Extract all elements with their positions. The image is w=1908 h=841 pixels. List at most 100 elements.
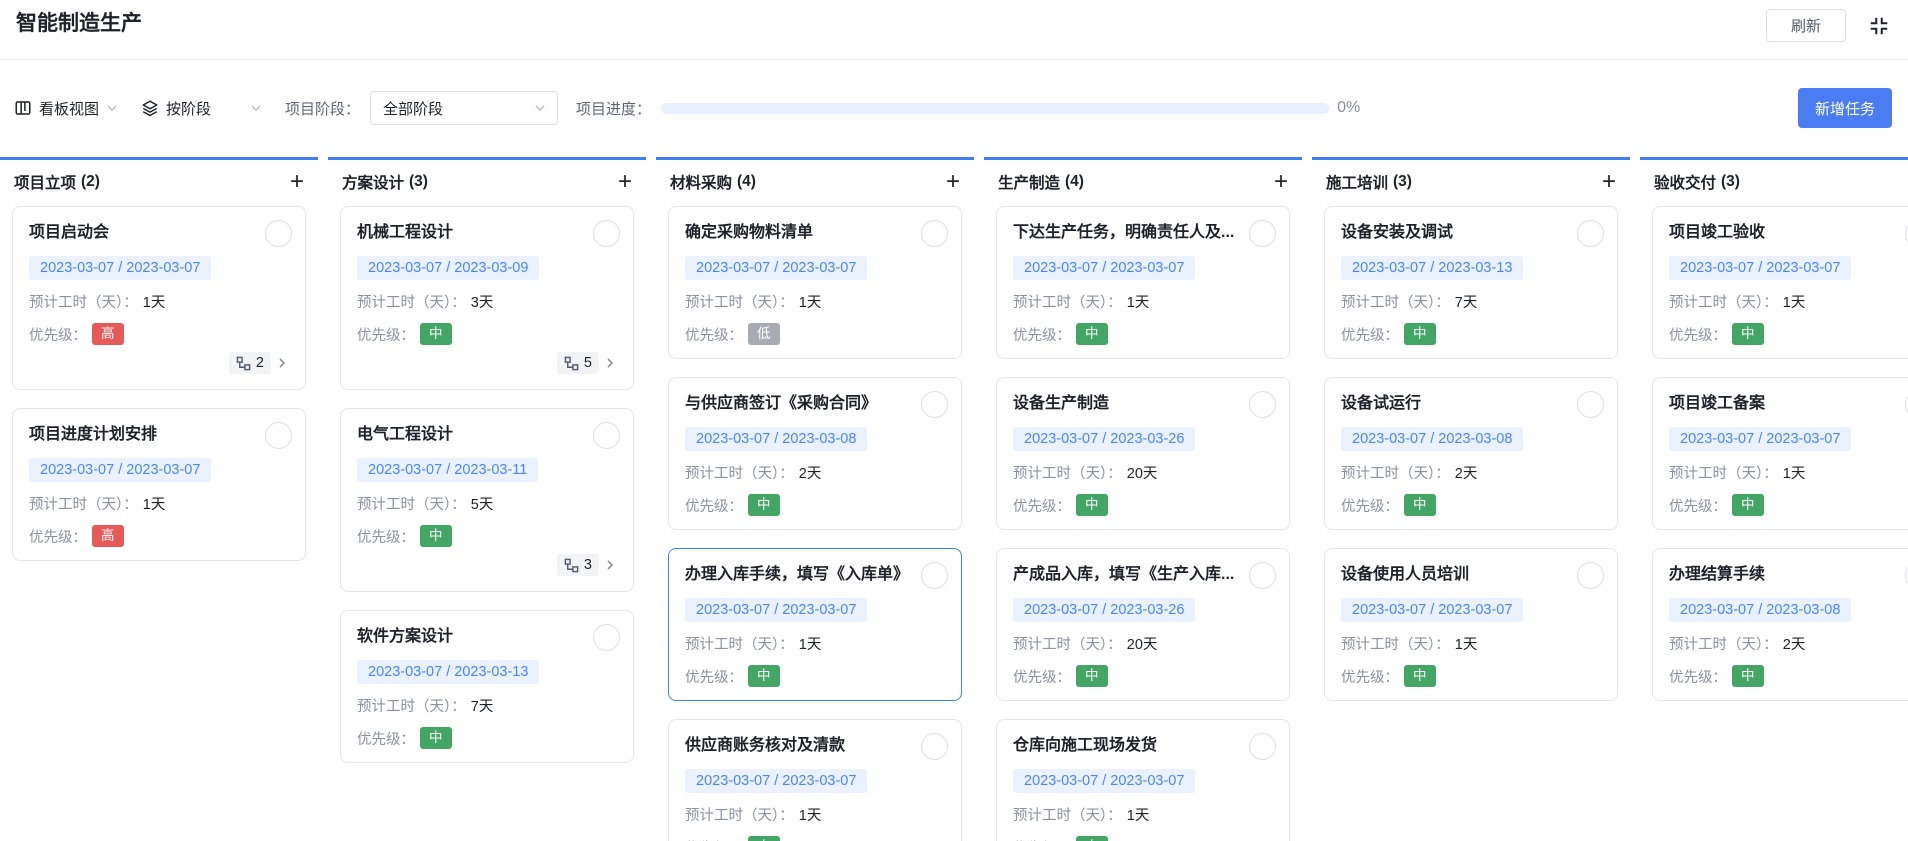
task-card[interactable]: 仓库向施工现场发货 2023-03-07 / 2023-03-07 预计工时（天… [996,719,1290,841]
card-hours-row: 预计工时（天）：1天 [29,291,289,312]
card-title: 设备试运行 [1341,392,1567,416]
task-card[interactable]: 下达生产任务，明确责任人及... 2023-03-07 / 2023-03-07… [996,206,1290,359]
task-card[interactable]: 设备安装及调试 2023-03-07 / 2023-03-13 预计工时（天）：… [1324,206,1618,359]
task-checkbox-circle[interactable] [921,562,948,589]
task-card[interactable]: 确定采购物料清单 2023-03-07 / 2023-03-07 预计工时（天）… [668,206,962,359]
card-priority-row: 优先级： 中 [1013,494,1273,516]
task-checkbox-circle[interactable] [921,220,948,247]
task-card[interactable]: 供应商账务核对及清款 2023-03-07 / 2023-03-07 预计工时（… [668,719,962,841]
chevron-right-icon[interactable] [603,558,617,572]
task-card[interactable]: 设备试运行 2023-03-07 / 2023-03-08 预计工时（天）：2天… [1324,377,1618,530]
task-card[interactable]: 项目竣工验收 2023-03-07 / 2023-03-07 预计工时（天）：1… [1652,206,1908,359]
card-date-range: 2023-03-07 / 2023-03-09 [357,256,539,280]
card-hours-row: 预计工时（天）：7天 [357,695,617,716]
card-priority-label: 优先级： [1013,666,1071,687]
card-priority-label: 优先级： [1341,666,1399,687]
card-hours-label: 预计工时（天）： [1341,462,1450,483]
card-date-range: 2023-03-07 / 2023-03-07 [685,769,867,793]
task-card[interactable]: 软件方案设计 2023-03-07 / 2023-03-13 预计工时（天）：7… [340,610,634,763]
card-hours-label: 预计工时（天）： [1669,291,1778,312]
add-card-icon[interactable]: + [1602,173,1616,191]
task-card[interactable]: 项目启动会 2023-03-07 / 2023-03-07 预计工时（天）：1天… [12,206,306,390]
task-checkbox-circle[interactable] [593,624,620,651]
card-title: 办理结算手续 [1669,563,1895,587]
progress-label: 项目进度： [576,98,651,119]
task-checkbox-circle[interactable] [1249,220,1276,247]
card-date-range: 2023-03-07 / 2023-03-07 [29,256,211,280]
layers-icon [141,99,159,117]
task-card[interactable]: 设备使用人员培训 2023-03-07 / 2023-03-07 预计工时（天）… [1324,548,1618,701]
add-card-icon[interactable]: + [290,173,304,191]
card-title: 设备使用人员培训 [1341,563,1567,587]
chevron-right-icon[interactable] [603,356,617,370]
task-checkbox-circle[interactable] [1249,733,1276,760]
card-hours-value: 1天 [799,633,822,654]
card-hours-label: 预计工时（天）： [1013,462,1122,483]
card-hours-value: 7天 [1455,291,1478,312]
card-hours-label: 预计工时（天）： [1013,804,1122,825]
chevron-right-icon[interactable] [275,356,289,370]
exit-fullscreen-icon[interactable] [1866,13,1892,39]
card-title: 确定采购物料清单 [685,221,911,245]
card-priority-row: 优先级： 高 [29,525,289,547]
priority-badge: 低 [748,323,780,345]
column-cards: 设备安装及调试 2023-03-07 / 2023-03-13 预计工时（天）：… [1324,206,1618,701]
card-priority-label: 优先级： [357,324,415,345]
card-title: 设备安装及调试 [1341,221,1567,245]
kanban-column: 材料采购 (4) + 确定采购物料清单 2023-03-07 / 2023-03… [656,157,974,841]
add-card-icon[interactable]: + [946,173,960,191]
card-title: 项目进度计划安排 [29,423,255,447]
view-switcher-label: 看板视图 [39,98,99,119]
task-checkbox-circle[interactable] [1249,391,1276,418]
task-checkbox-circle[interactable] [921,733,948,760]
card-hours-row: 预计工时（天）：20天 [1013,633,1273,654]
view-switcher[interactable]: 看板视图 [14,98,119,119]
task-checkbox-circle[interactable] [593,422,620,449]
card-hours-value: 1天 [799,804,822,825]
card-hours-label: 预计工时（天）： [357,291,466,312]
card-hours-row: 预计工时（天）：2天 [1669,633,1908,654]
task-card[interactable]: 项目竣工备案 2023-03-07 / 2023-03-07 预计工时（天）：1… [1652,377,1908,530]
task-checkbox-circle[interactable] [921,391,948,418]
subtask-count: 3 [584,557,592,573]
task-checkbox-circle[interactable] [1577,391,1604,418]
card-priority-label: 优先级： [29,526,87,547]
add-task-button[interactable]: 新增任务 [1798,88,1892,128]
task-card[interactable]: 机械工程设计 2023-03-07 / 2023-03-09 预计工时（天）：3… [340,206,634,390]
task-checkbox-circle[interactable] [1577,562,1604,589]
card-title: 下达生产任务，明确责任人及... [1013,221,1239,245]
column-cards: 项目启动会 2023-03-07 / 2023-03-07 预计工时（天）：1天… [12,206,306,561]
task-checkbox-circle[interactable] [1577,220,1604,247]
task-card[interactable]: 产成品入库，填写《生产入库... 2023-03-07 / 2023-03-26… [996,548,1290,701]
task-checkbox-circle[interactable] [1249,562,1276,589]
task-card[interactable]: 项目进度计划安排 2023-03-07 / 2023-03-07 预计工时（天）… [12,408,306,561]
task-checkbox-circle[interactable] [593,220,620,247]
column-cards: 确定采购物料清单 2023-03-07 / 2023-03-07 预计工时（天）… [668,206,962,841]
chevron-down-icon [249,101,263,115]
card-priority-label: 优先级： [685,324,743,345]
column-title: 生产制造 [998,171,1060,193]
card-hours-value: 1天 [1783,462,1806,483]
subtask-count: 2 [256,355,264,371]
card-priority-label: 优先级： [1013,324,1071,345]
subtask-chip[interactable]: 5 [557,352,599,374]
subtask-row: 3 [357,552,617,578]
task-card[interactable]: 办理入库手续，填写《入库单》 2023-03-07 / 2023-03-07 预… [668,548,962,701]
stage-select[interactable]: 全部阶段 [370,91,558,125]
task-card[interactable]: 办理结算手续 2023-03-07 / 2023-03-08 预计工时（天）：2… [1652,548,1908,701]
task-card[interactable]: 与供应商签订《采购合同》 2023-03-07 / 2023-03-08 预计工… [668,377,962,530]
task-checkbox-circle[interactable] [265,422,292,449]
add-card-icon[interactable]: + [1274,173,1288,191]
task-card[interactable]: 电气工程设计 2023-03-07 / 2023-03-11 预计工时（天）：5… [340,408,634,592]
add-card-icon[interactable]: + [618,173,632,191]
group-by-switcher[interactable]: 按阶段 [141,98,263,119]
subtask-chip[interactable]: 3 [557,554,599,576]
card-hours-label: 预计工时（天）： [1341,633,1450,654]
subtask-tree-icon [564,356,579,371]
task-card[interactable]: 设备生产制造 2023-03-07 / 2023-03-26 预计工时（天）：2… [996,377,1290,530]
task-checkbox-circle[interactable] [265,220,292,247]
card-priority-label: 优先级： [685,837,743,841]
subtask-chip[interactable]: 2 [229,352,271,374]
refresh-button[interactable]: 刷新 [1766,9,1846,42]
priority-badge: 中 [748,836,780,841]
